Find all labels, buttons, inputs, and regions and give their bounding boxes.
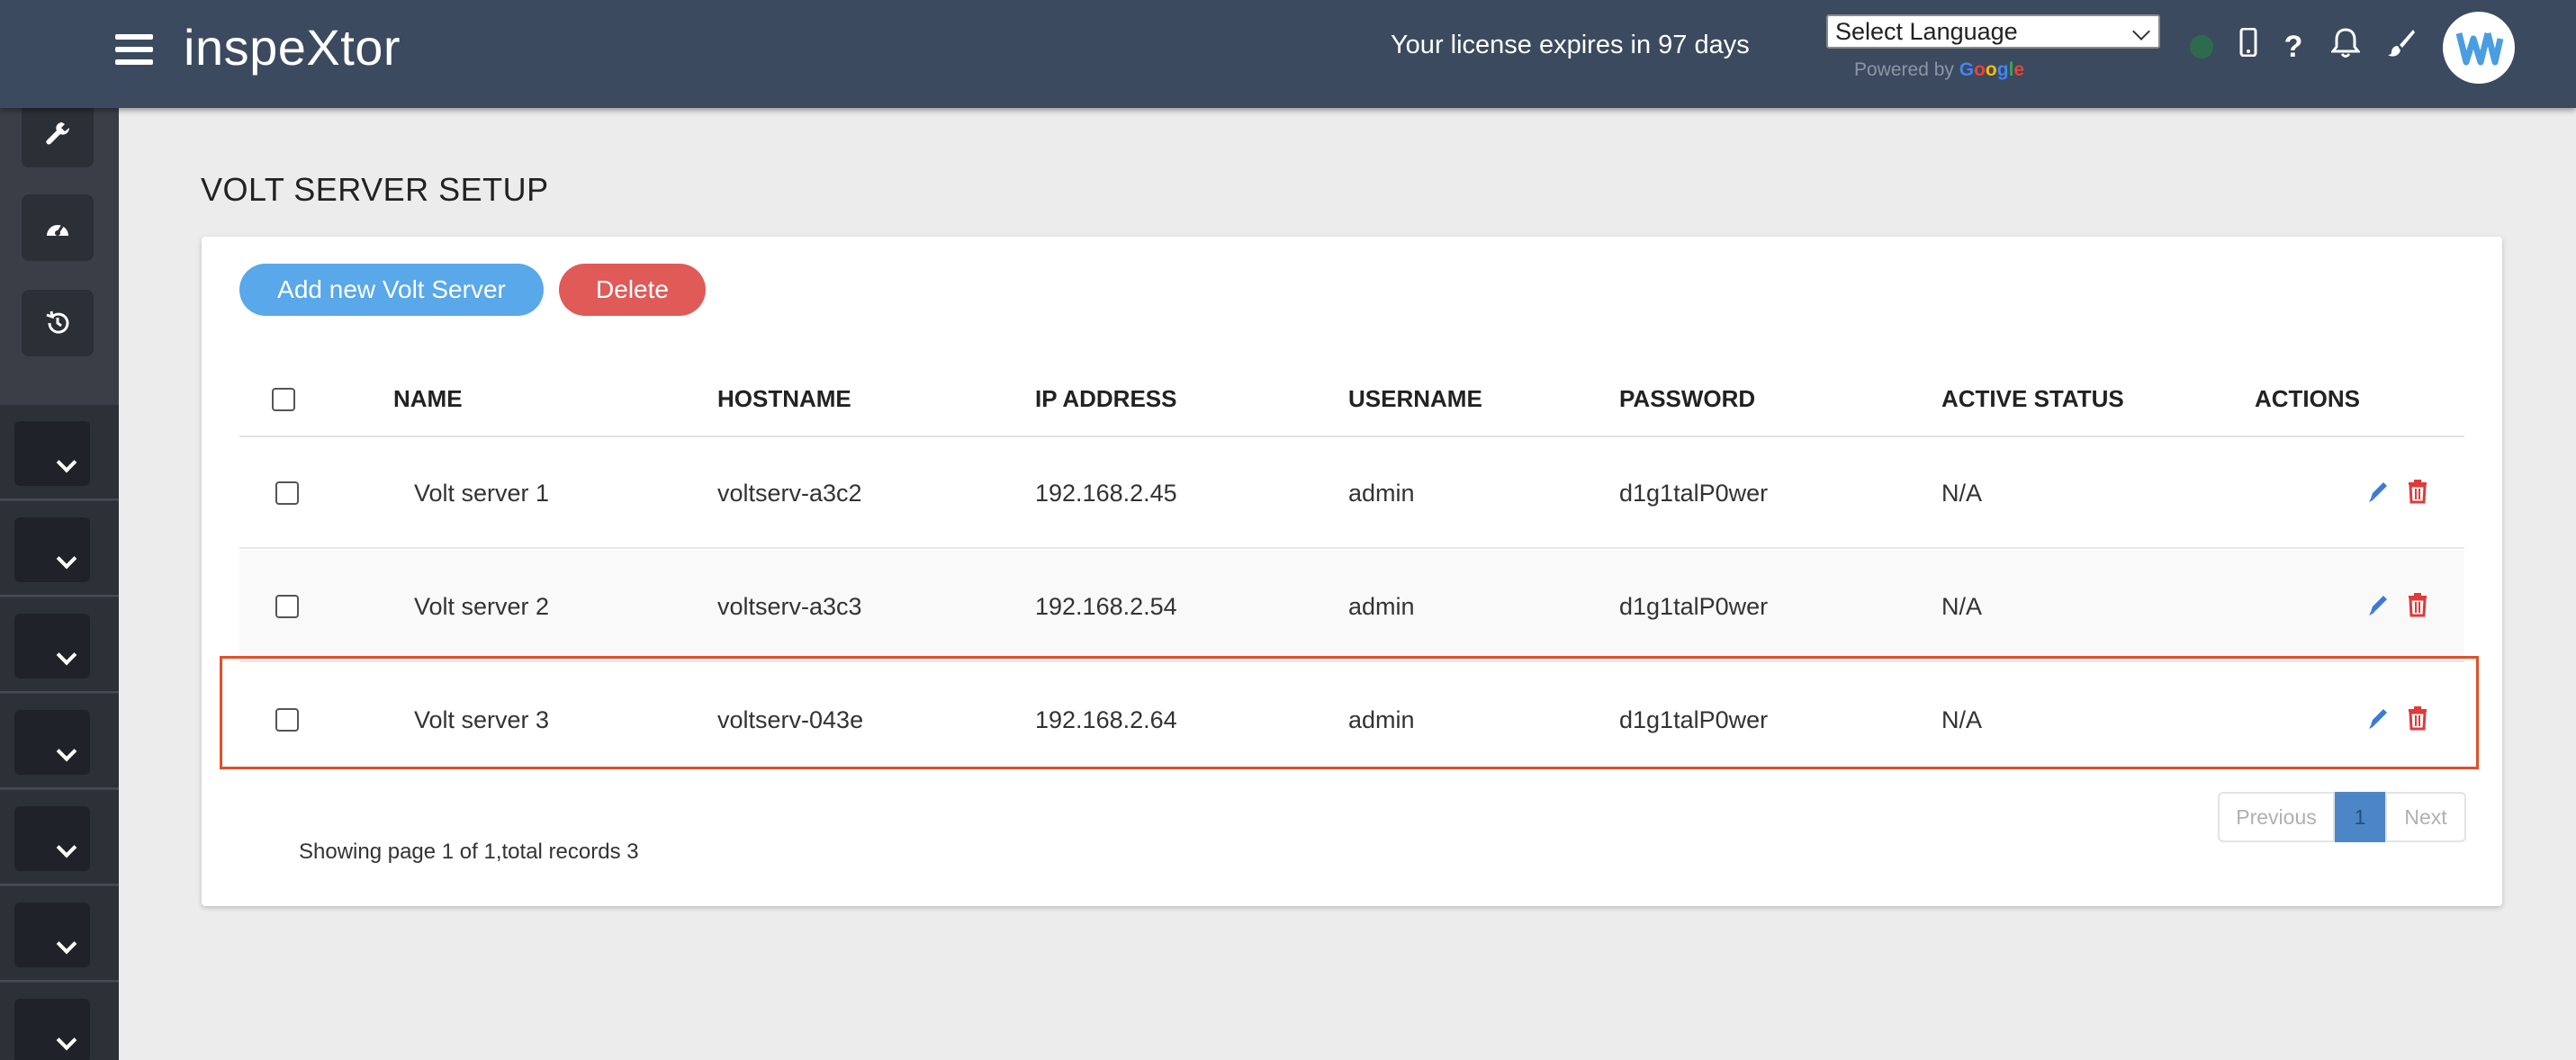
edit-icon[interactable] (2367, 592, 2391, 619)
brand-logo: inspeXtor (184, 19, 401, 76)
sidebar-section-2 (0, 501, 119, 597)
page-title: VOLT SERVER SETUP (201, 171, 549, 208)
google-letter: o (1985, 59, 1997, 80)
sidebar-expand-button[interactable] (14, 999, 90, 1060)
sidebar (0, 101, 119, 1060)
add-volt-server-button[interactable]: Add new Volt Server (239, 264, 544, 316)
wrench-icon[interactable] (22, 101, 94, 167)
brush-icon[interactable] (2382, 27, 2421, 67)
chevron-down-icon (56, 644, 77, 666)
connection-status-dot (2190, 35, 2213, 58)
column-header-ip-address[interactable]: IP ADDRESS (1035, 361, 1177, 437)
powered-by-google: Powered by Google (1854, 59, 2024, 81)
records-summary: Showing page 1 of 1,total records 3 (299, 840, 639, 864)
sidebar-section-4 (0, 694, 119, 789)
chevron-down-icon (56, 837, 77, 858)
dashboard-icon[interactable] (22, 194, 94, 261)
cell-active-status: N/A (1941, 593, 1983, 620)
sidebar-expand-button[interactable] (14, 903, 90, 967)
cell-ip-address: 192.168.2.54 (1035, 593, 1177, 620)
row-checkbox[interactable] (275, 595, 299, 618)
chevron-down-icon (2132, 22, 2150, 40)
cell-password: d1g1talP0wer (1619, 480, 1769, 507)
sidebar-section-5 (0, 790, 119, 885)
cell-name: Volt server 1 (414, 480, 550, 507)
sidebar-expand-button[interactable] (14, 806, 90, 871)
cell-ip-address: 192.168.2.64 (1035, 706, 1177, 733)
chevron-down-icon (56, 548, 77, 570)
column-header-hostname[interactable]: HOSTNAME (717, 361, 851, 437)
pagination-next[interactable]: Next (2385, 792, 2466, 842)
column-header-username[interactable]: USERNAME (1348, 361, 1482, 437)
edit-icon[interactable] (2367, 479, 2391, 506)
trash-icon[interactable] (2407, 705, 2430, 732)
history-icon[interactable] (22, 290, 94, 356)
cell-active-status: N/A (1941, 706, 1983, 733)
volt-server-card: Add new Volt Server Delete NAME HOSTNAME… (202, 237, 2502, 906)
chevron-down-icon (56, 1029, 77, 1051)
delete-button[interactable]: Delete (559, 264, 706, 316)
help-icon[interactable]: ? (2274, 27, 2313, 67)
language-select[interactable]: Select Language (1826, 14, 2160, 49)
select-all-checkbox[interactable] (272, 388, 295, 411)
column-header-name[interactable]: NAME (393, 361, 463, 437)
language-select-label: Select Language (1835, 18, 2018, 45)
sidebar-expand-button[interactable] (14, 710, 90, 775)
mobile-icon[interactable] (2229, 27, 2268, 67)
column-header-actions: ACTIONS (2255, 385, 2360, 412)
trash-icon[interactable] (2407, 479, 2430, 506)
pagination-page-1[interactable]: 1 (2335, 792, 2385, 842)
cell-password: d1g1talP0wer (1619, 706, 1769, 733)
powered-by-label: Powered by (1854, 59, 1954, 80)
table-row[interactable]: Volt server 1 voltserv-a3c2 192.168.2.45… (239, 437, 2464, 549)
cell-name: Volt server 3 (414, 706, 550, 733)
trash-icon[interactable] (2407, 592, 2430, 619)
google-letter: G (1959, 59, 1975, 80)
table-row[interactable]: Volt server 3 voltserv-043e 192.168.2.64… (239, 664, 2464, 776)
row-checkbox[interactable] (275, 481, 299, 505)
top-bar: inspeXtor Your license expires in 97 day… (0, 0, 2576, 108)
sidebar-expand-button[interactable] (14, 614, 90, 678)
cell-hostname: voltserv-043e (717, 706, 864, 733)
google-letter: g (1996, 59, 2009, 80)
bell-icon[interactable] (2326, 27, 2365, 67)
cell-username: admin (1348, 480, 1415, 507)
column-header-password[interactable]: PASSWORD (1619, 361, 1755, 437)
google-letter: e (2013, 59, 2025, 80)
sidebar-expand-button[interactable] (14, 421, 90, 486)
chevron-down-icon (56, 933, 77, 955)
sidebar-section-7 (0, 983, 119, 1060)
chevron-down-icon (56, 452, 77, 473)
cell-username: admin (1348, 706, 1415, 733)
cell-hostname: voltserv-a3c3 (717, 593, 862, 620)
edit-icon[interactable] (2367, 705, 2391, 732)
sidebar-section-6 (0, 886, 119, 982)
license-notice: Your license expires in 97 days (1391, 31, 1750, 59)
cell-username: admin (1348, 593, 1415, 620)
row-checkbox[interactable] (275, 708, 299, 732)
cell-active-status: N/A (1941, 480, 1983, 507)
column-header-active-status[interactable]: ACTIVE STATUS (1941, 361, 2124, 437)
table-header: NAME HOSTNAME IP ADDRESS USERNAME PASSWO… (239, 361, 2464, 437)
sidebar-section-1 (0, 405, 119, 500)
google-letter: o (1974, 59, 1986, 80)
sidebar-quick-actions (0, 101, 119, 405)
cell-hostname: voltserv-a3c2 (717, 480, 862, 507)
chevron-down-icon (56, 741, 77, 762)
sidebar-section-3 (0, 597, 119, 693)
table-row[interactable]: Volt server 2 voltserv-a3c3 192.168.2.54… (239, 551, 2464, 662)
cell-name: Volt server 2 (414, 593, 550, 620)
avatar[interactable] (2443, 12, 2515, 84)
cell-password: d1g1talP0wer (1619, 593, 1769, 620)
menu-icon[interactable] (115, 34, 153, 65)
pagination-previous[interactable]: Previous (2218, 792, 2335, 842)
sidebar-expand-button[interactable] (14, 517, 90, 582)
cell-ip-address: 192.168.2.45 (1035, 480, 1177, 507)
